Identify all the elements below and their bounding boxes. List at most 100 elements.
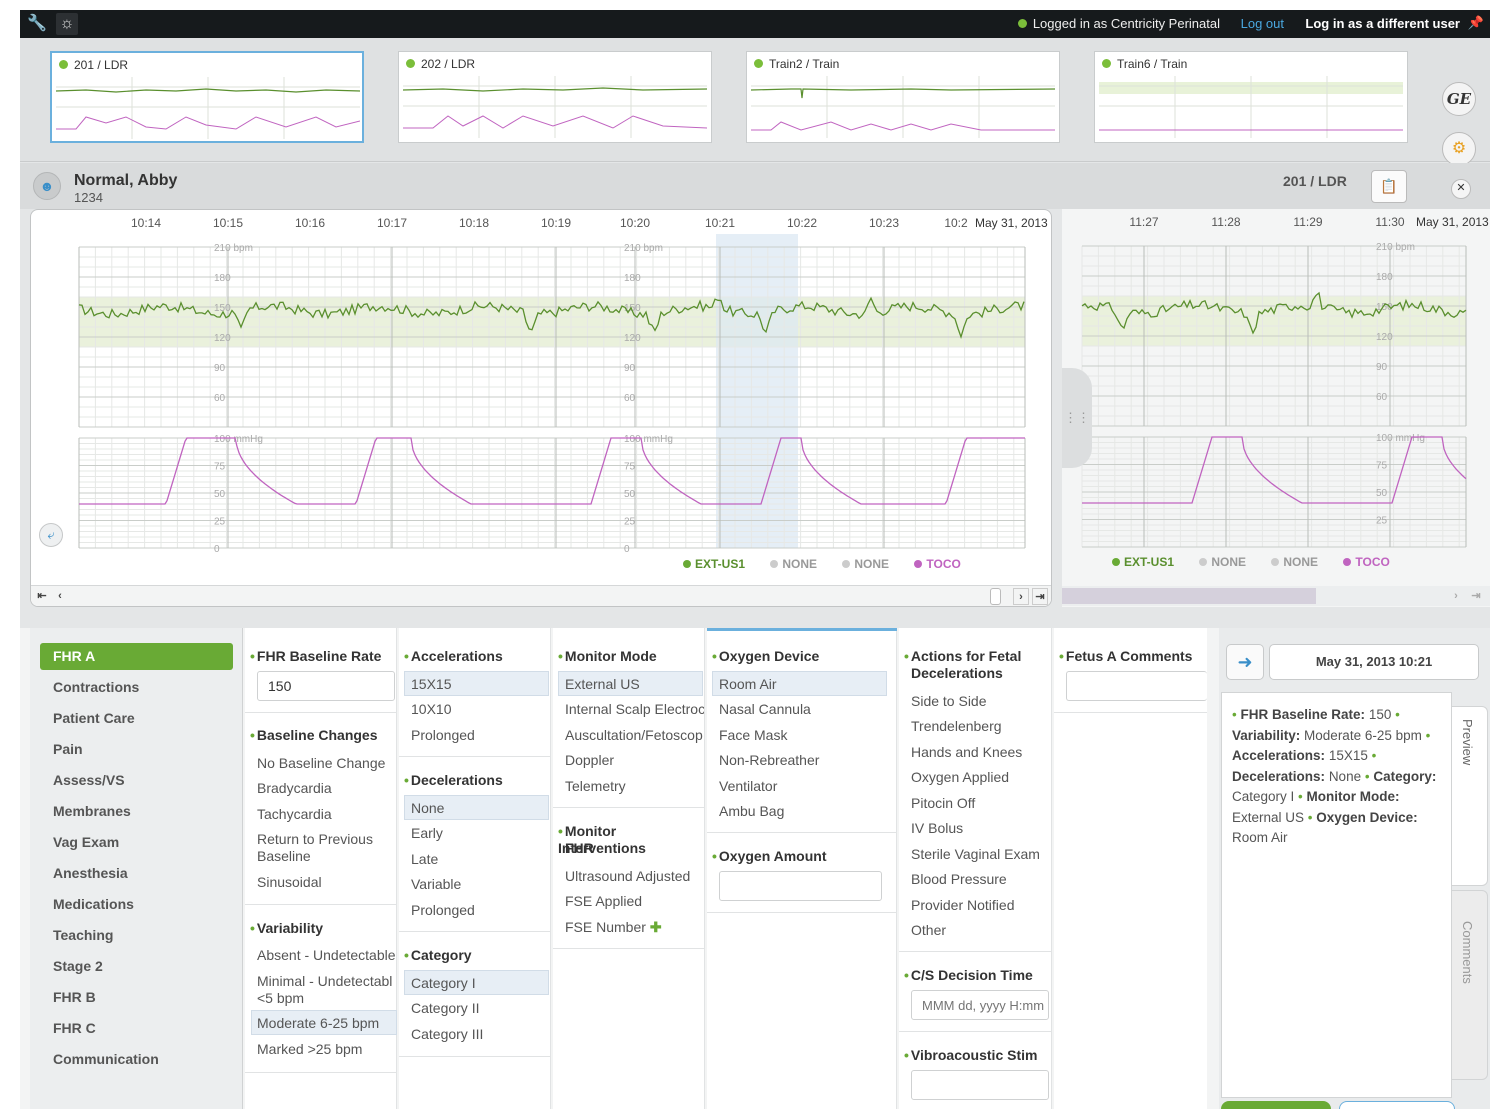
option-marked[interactable]: Marked >25 bpm [257,1041,362,1058]
nav-item-pain[interactable]: Pain [40,736,233,763]
option-prolonged[interactable]: Prolonged [411,727,475,744]
nav-item-fhr-a[interactable]: FHR A [40,643,233,670]
nav-item-medications[interactable]: Medications [40,891,233,918]
option-sinusoidal[interactable]: Sinusoidal [257,874,322,891]
option-iv-bolus[interactable]: IV Bolus [911,820,963,837]
option-external-us[interactable]: External US [565,676,640,693]
monitor-thumb-train6[interactable]: Train6 / Train [1094,51,1408,143]
option-hands-and-knees[interactable]: Hands and Knees [911,744,1022,761]
close-icon[interactable]: ✕ [1451,179,1471,199]
option-category-2[interactable]: Category II [411,1000,479,1017]
nav-item-teaching[interactable]: Teaching [40,922,233,949]
option-trendelenberg[interactable]: Trendelenberg [911,718,1002,735]
monitor-thumb-202[interactable]: 202 / LDR [398,51,712,143]
nav-item-stage-2[interactable]: Stage 2 [40,953,233,980]
option-bradycardia[interactable]: Bradycardia [257,780,332,797]
option-return-to-previous-cont[interactable]: Baseline [257,848,311,865]
sun-icon[interactable]: ☼ [56,13,78,35]
option-late[interactable]: Late [411,851,438,868]
nav-item-assess-vs[interactable]: Assess/VS [40,767,233,794]
option-moderate[interactable]: Moderate 6-25 bpm [257,1015,379,1032]
option-face-mask[interactable]: Face Mask [719,727,787,744]
option-variable[interactable]: Variable [411,876,461,893]
notes-icon[interactable]: 📋 [1371,170,1407,203]
option-tachycardia[interactable]: Tachycardia [257,806,332,823]
option-category-1[interactable]: Category I [411,975,476,992]
scroll-next-icon[interactable]: › [1448,588,1464,605]
option-fse-number[interactable]: FSE Number ✚ [565,919,662,936]
cs-decision-input[interactable] [911,990,1049,1020]
nav-item-communication[interactable]: Communication [40,1046,233,1073]
secondary-scrollbar[interactable]: › ⇥ [1062,586,1490,606]
nav-item-fhr-b[interactable]: FHR B [40,984,233,1011]
pin-icon[interactable]: 📌 [1468,15,1484,31]
nav-item-anesthesia[interactable]: Anesthesia [40,860,233,887]
user-preferences-icon[interactable]: ⚙ [1442,132,1476,166]
scroll-thumb[interactable] [990,588,1001,605]
secondary-scroll-thumb[interactable] [1062,588,1316,604]
different-user-link[interactable]: Log in as a different user [1305,16,1460,31]
fhr-baseline-rate-input[interactable]: 150 [257,671,395,701]
tab-comments[interactable]: Comments [1452,890,1488,1080]
option-fse-applied[interactable]: FSE Applied [565,893,642,910]
option-no-baseline-change[interactable]: No Baseline Change [257,755,385,772]
option-15x15[interactable]: 15X15 [411,676,451,693]
uc-axis-label: 75 [1376,461,1388,472]
option-internal-scalp[interactable]: Internal Scalp Electroc [565,701,704,718]
arrow-right-icon[interactable]: ➜ [1226,644,1264,680]
time-tick-label: 11:29 [1293,215,1322,229]
preview-pane: ➜ May 31, 2013 10:21 • FHR Baseline Rate… [1219,628,1490,1109]
option-sterile-vaginal-exam[interactable]: Sterile Vaginal Exam [911,846,1040,863]
add-icon[interactable]: ✚ [650,919,662,935]
nav-item-patient-care[interactable]: Patient Care [40,705,233,732]
save-button[interactable] [1221,1101,1331,1109]
option-auscultation[interactable]: Auscultation/Fetoscop [565,727,703,744]
option-ventilator[interactable]: Ventilator [719,778,777,795]
monitor-thumb-train2[interactable]: Train2 / Train [746,51,1060,143]
option-ambu-bag[interactable]: Ambu Bag [719,803,784,820]
oxygen-amount-input[interactable] [719,871,882,901]
option-early[interactable]: Early [411,825,443,842]
documentation-datetime[interactable]: May 31, 2013 10:21 [1269,644,1479,680]
option-provider-notified[interactable]: Provider Notified [911,897,1015,914]
option-side-to-side[interactable]: Side to Side [911,693,987,710]
scroll-prev-icon[interactable]: ‹ [53,588,67,605]
nav-item-contractions[interactable]: Contractions [40,674,233,701]
option-other[interactable]: Other [911,922,946,939]
option-nasal-cannula[interactable]: Nasal Cannula [719,701,811,718]
option-prolonged-decel[interactable]: Prolonged [411,902,475,919]
nav-item-vag-exam[interactable]: Vag Exam [40,829,233,856]
wrench-icon[interactable]: 🔧 [26,13,48,35]
option-category-3[interactable]: Category III [411,1026,483,1043]
option-doppler[interactable]: Doppler [565,752,614,769]
option-telemetry[interactable]: Telemetry [565,778,626,795]
monitor-thumb-201[interactable]: 201 / LDR [50,51,364,143]
option-pitocin-off[interactable]: Pitocin Off [911,795,975,812]
cancel-button[interactable] [1339,1101,1455,1109]
option-return-to-previous[interactable]: Return to Previous [257,831,373,848]
option-oxygen-applied[interactable]: Oxygen Applied [911,769,1009,786]
scroll-start-icon[interactable]: ⇤ [35,588,49,605]
option-minimal-cont[interactable]: <5 bpm [257,990,304,1007]
option-10x10[interactable]: 10X10 [411,701,451,718]
option-ultrasound-adjusted[interactable]: Ultrasound Adjusted [565,868,690,885]
nav-item-membranes[interactable]: Membranes [40,798,233,825]
scroll-end-icon[interactable]: ⇥ [1468,588,1484,605]
logout-link[interactable]: Log out [1241,16,1284,31]
tab-preview[interactable]: Preview [1452,706,1488,886]
option-room-air[interactable]: Room Air [719,676,777,693]
option-none[interactable]: None [411,800,444,817]
back-icon[interactable]: ⤶ [39,523,63,547]
fetus-comments-input[interactable] [1066,671,1207,701]
ge-logo-icon[interactable]: GE [1442,82,1476,116]
option-blood-pressure[interactable]: Blood Pressure [911,871,1007,888]
option-minimal[interactable]: Minimal - Undetectabl [257,973,392,990]
chart-scrollbar[interactable]: ⇤ ‹ › ⇥ [31,585,1051,606]
scroll-end-icon[interactable]: ⇥ [1032,588,1048,605]
scroll-next-icon[interactable]: › [1013,588,1029,605]
nav-item-fhr-c[interactable]: FHR C [40,1015,233,1042]
option-non-rebreather[interactable]: Non-Rebreather [719,752,819,769]
vibroacoustic-input[interactable] [911,1070,1049,1100]
option-absent[interactable]: Absent - Undetectable [257,947,396,964]
panel-resize-grip[interactable]: ⋮⋮ [1062,368,1092,468]
